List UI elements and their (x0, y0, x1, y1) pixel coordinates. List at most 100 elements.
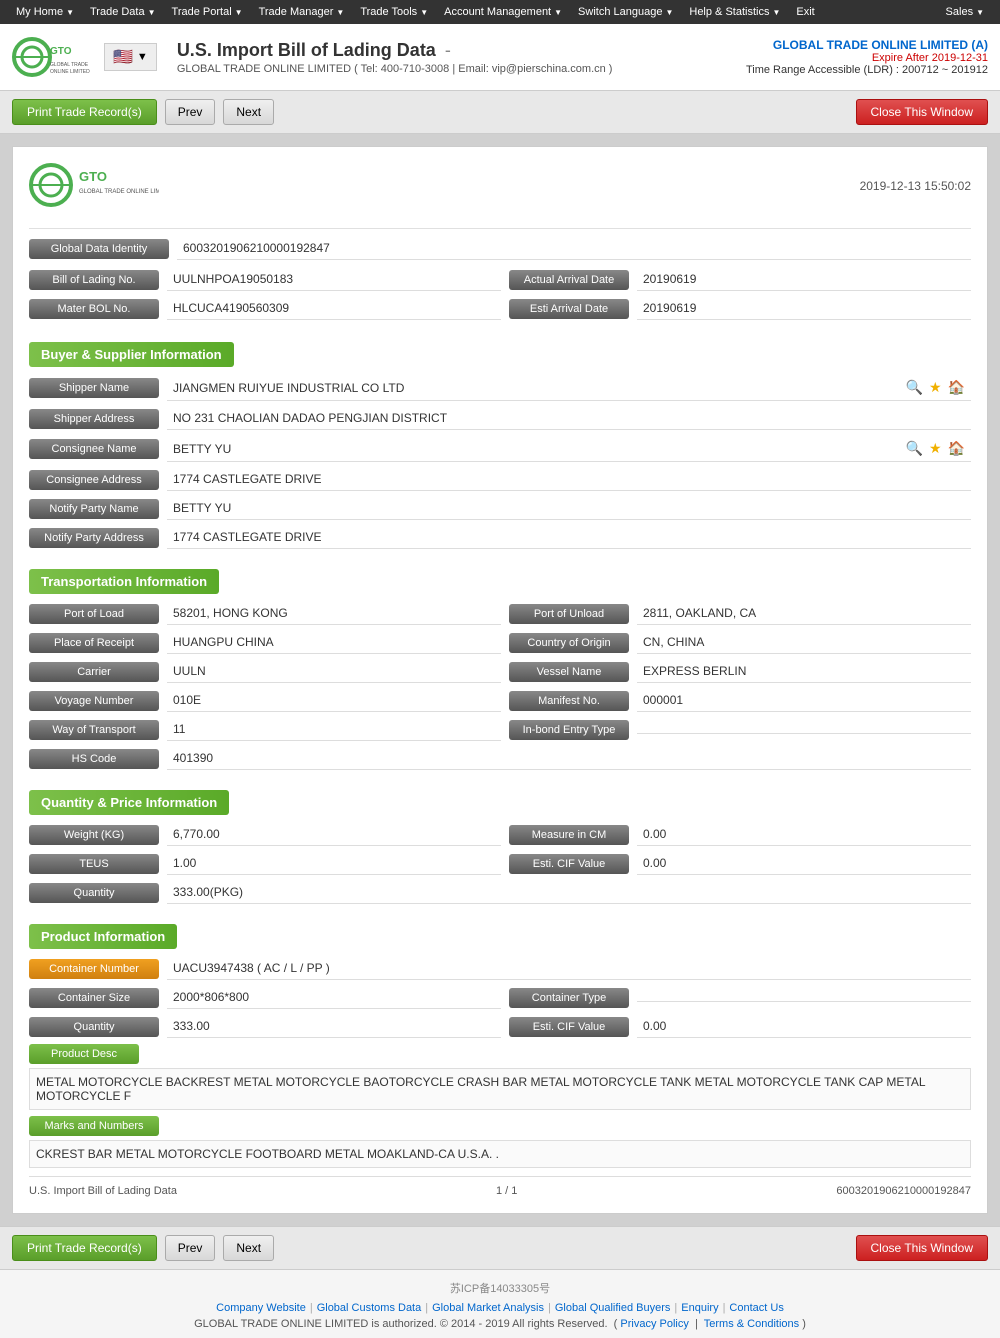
vessel-name-value: EXPRESS BERLIN (637, 660, 971, 683)
nav-trade-manager[interactable]: Trade Manager ▼ (251, 0, 353, 24)
footer-link-company-website[interactable]: Company Website (216, 1302, 306, 1314)
record-card: GTO GLOBAL TRADE ONLINE LIMITED 2019-12-… (12, 146, 988, 1214)
language-flag-button[interactable]: 🇺🇸 ▼ (104, 43, 157, 71)
nav-help-statistics[interactable]: Help & Statistics ▼ (681, 0, 788, 24)
carrier-label: Carrier (29, 662, 159, 682)
print-button-bottom[interactable]: Print Trade Record(s) (12, 1235, 157, 1261)
footer-page: 1 / 1 (496, 1185, 517, 1197)
nav-caret-trade-data: ▼ (148, 8, 156, 17)
close-button-top[interactable]: Close This Window (856, 99, 988, 125)
consignee-address-label: Consignee Address (29, 470, 159, 490)
account-company-name: GLOBAL TRADE ONLINE LIMITED (A) (746, 38, 988, 52)
next-button-top[interactable]: Next (223, 99, 274, 125)
footer-left: U.S. Import Bill of Lading Data (29, 1185, 177, 1197)
expire-date: Expire After 2019-12-31 (746, 52, 988, 64)
product-quantity-value: 333.00 (167, 1015, 501, 1038)
country-of-origin-value: CN, CHINA (637, 631, 971, 654)
nav-my-home[interactable]: My Home ▼ (8, 0, 82, 24)
svg-text:GLOBAL TRADE ONLINE LIMITED: GLOBAL TRADE ONLINE LIMITED (79, 189, 159, 195)
manifest-no-label: Manifest No. (509, 691, 629, 711)
footer-link-enquiry[interactable]: Enquiry (681, 1302, 718, 1314)
port-of-load-row: Port of Load 58201, HONG KONG Port of Un… (29, 602, 971, 625)
place-of-receipt-row: Place of Receipt HUANGPU CHINA Country o… (29, 631, 971, 654)
port-of-unload-label: Port of Unload (509, 604, 629, 624)
esti-cif-value: 0.00 (637, 852, 971, 875)
footer-terms-link[interactable]: Terms & Conditions (704, 1318, 799, 1330)
nav-caret-trade-manager: ▼ (336, 8, 344, 17)
shipper-name-row: Shipper Name JIANGMEN RUIYUE INDUSTRIAL … (29, 375, 971, 401)
consignee-name-label: Consignee Name (29, 439, 159, 459)
print-button-top[interactable]: Print Trade Record(s) (12, 99, 157, 125)
ldr-range: Time Range Accessible (LDR) : 200712 ~ 2… (746, 64, 988, 76)
container-size-value: 2000*806*800 (167, 986, 501, 1009)
nav-caret-switch-language: ▼ (665, 8, 673, 17)
nav-caret-trade-portal: ▼ (235, 8, 243, 17)
nav-account-management[interactable]: Account Management ▼ (436, 0, 570, 24)
container-size-label: Container Size (29, 988, 159, 1008)
carrier-row: Carrier UULN Vessel Name EXPRESS BERLIN (29, 660, 971, 683)
notify-party-address-value: 1774 CASTLEGATE DRIVE (167, 526, 971, 549)
nav-trade-portal[interactable]: Trade Portal ▼ (164, 0, 251, 24)
close-button-bottom[interactable]: Close This Window (856, 1235, 988, 1261)
footer-link-global-buyers[interactable]: Global Qualified Buyers (555, 1302, 671, 1314)
shipper-star-icon[interactable]: ★ (929, 379, 942, 396)
consignee-star-icon[interactable]: ★ (929, 440, 942, 457)
nav-trade-data[interactable]: Trade Data ▼ (82, 0, 164, 24)
prev-button-top[interactable]: Prev (165, 99, 216, 125)
port-of-unload-value: 2811, OAKLAND, CA (637, 602, 971, 625)
port-of-load-value: 58201, HONG KONG (167, 602, 501, 625)
svg-text:GTO: GTO (50, 46, 72, 57)
footer-link-global-customs[interactable]: Global Customs Data (317, 1302, 422, 1314)
us-flag-icon: 🇺🇸 (113, 47, 133, 67)
hs-code-row: HS Code 401390 (29, 747, 971, 770)
weight-label: Weight (KG) (29, 825, 159, 845)
global-identity-label: Global Data Identity (29, 239, 169, 259)
hs-code-value: 401390 (167, 747, 971, 770)
esti-arrival-value: 20190619 (637, 297, 971, 320)
manifest-no-value: 000001 (637, 689, 971, 712)
nav-exit[interactable]: Exit (788, 0, 822, 24)
product-quantity-row: Quantity 333.00 Esti. CIF Value 0.00 (29, 1015, 971, 1038)
consignee-home-icon[interactable]: 🏠 (948, 440, 965, 457)
voyage-number-label: Voyage Number (29, 691, 159, 711)
footer-link-contact-us[interactable]: Contact Us (729, 1302, 783, 1314)
vessel-name-label: Vessel Name (509, 662, 629, 682)
header-company-info: GLOBAL TRADE ONLINE LIMITED ( Tel: 400-7… (177, 63, 734, 75)
main-content: GTO GLOBAL TRADE ONLINE LIMITED 2019-12-… (0, 134, 1000, 1226)
record-timestamp: 2019-12-13 15:50:02 (860, 179, 971, 193)
hs-code-label: HS Code (29, 749, 159, 769)
marks-label: Marks and Numbers (29, 1116, 159, 1136)
shipper-home-icon[interactable]: 🏠 (948, 379, 965, 396)
shipper-address-value: NO 231 CHAOLIAN DADAO PENGJIAN DISTRICT (167, 407, 971, 430)
container-number-value: UACU3947438 ( AC / L / PP ) (167, 957, 971, 980)
nav-switch-language[interactable]: Switch Language ▼ (570, 0, 681, 24)
footer-link-global-market[interactable]: Global Market Analysis (432, 1302, 544, 1314)
nav-sales[interactable]: Sales ▼ (938, 0, 992, 24)
footer-privacy-link[interactable]: Privacy Policy (620, 1318, 688, 1330)
port-of-load-label: Port of Load (29, 604, 159, 624)
product-desc-label: Product Desc (29, 1044, 139, 1064)
record-header: GTO GLOBAL TRADE ONLINE LIMITED 2019-12-… (29, 163, 971, 216)
product-quantity-label: Quantity (29, 1017, 159, 1037)
svg-text:ONLINE LIMITED: ONLINE LIMITED (50, 69, 90, 75)
shipper-address-row: Shipper Address NO 231 CHAOLIAN DADAO PE… (29, 407, 971, 430)
notify-party-name-row: Notify Party Name BETTY YU (29, 497, 971, 520)
teus-label: TEUS (29, 854, 159, 874)
prev-button-bottom[interactable]: Prev (165, 1235, 216, 1261)
nav-caret-help: ▼ (772, 8, 780, 17)
marks-text: CKREST BAR METAL MOTORCYCLE FOOTBOARD ME… (29, 1140, 971, 1168)
notify-party-name-value: BETTY YU (167, 497, 971, 520)
sep4: | (674, 1302, 677, 1314)
shipper-name-label: Shipper Name (29, 378, 159, 398)
actual-arrival-label: Actual Arrival Date (509, 270, 629, 290)
bol-no-label: Bill of Lading No. (29, 270, 159, 290)
nav-trade-tools[interactable]: Trade Tools ▼ (352, 0, 436, 24)
esti-cif-label: Esti. CIF Value (509, 854, 629, 874)
shipper-search-icon[interactable]: 🔍 (906, 379, 923, 396)
icp-number: 苏ICP备14033305号 (12, 1276, 988, 1300)
place-of-receipt-value: HUANGPU CHINA (167, 631, 501, 654)
actual-arrival-value: 20190619 (637, 268, 971, 291)
header-title-area: U.S. Import Bill of Lading Data - GLOBAL… (177, 40, 734, 75)
consignee-search-icon[interactable]: 🔍 (906, 440, 923, 457)
next-button-bottom[interactable]: Next (223, 1235, 274, 1261)
